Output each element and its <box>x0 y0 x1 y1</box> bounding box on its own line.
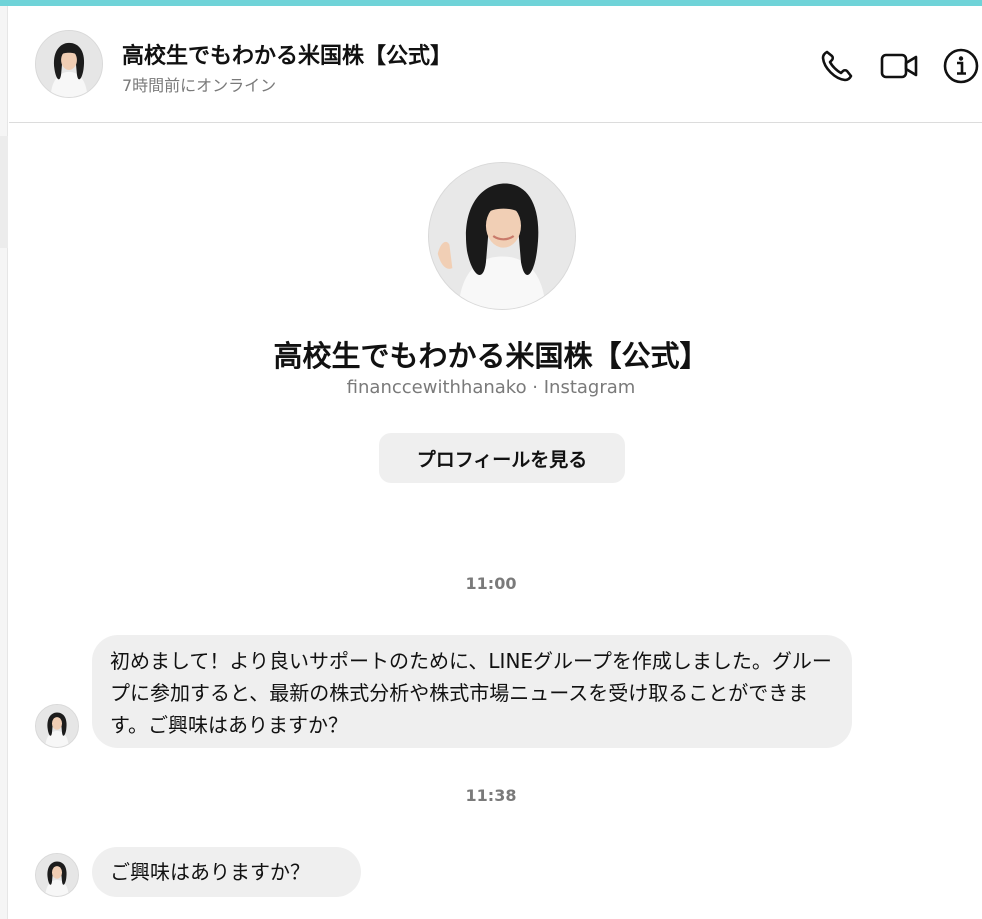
video-camera-icon[interactable] <box>879 46 919 86</box>
phone-icon[interactable] <box>817 46 857 86</box>
header-avatar[interactable] <box>35 30 103 98</box>
message-bubble[interactable]: ご興味はありますか？ <box>92 847 361 897</box>
profile-name: 高校生でもわかる米国株【公式】 <box>273 339 709 373</box>
info-icon[interactable] <box>941 46 981 86</box>
left-rail-marker <box>0 136 8 248</box>
message-timestamp: 11:00 <box>465 574 517 593</box>
profile-avatar[interactable] <box>428 162 576 310</box>
message-bubble[interactable]: 初めまして！より良いサポートのために、LINEグループを作成しました。グループに… <box>92 635 852 748</box>
message-avatar[interactable] <box>35 704 79 748</box>
header-title[interactable]: 高校生でもわかる米国株【公式】 <box>122 38 452 70</box>
header-status: 7時間前にオンライン <box>122 76 277 95</box>
view-profile-button[interactable]: プロフィールを見る <box>379 433 625 483</box>
message-timestamp: 11:38 <box>465 786 517 805</box>
chat-header: 高校生でもわかる米国株【公式】 7時間前にオンライン <box>9 6 982 123</box>
left-rail <box>0 6 8 919</box>
message-avatar[interactable] <box>35 853 79 897</box>
avatar-illustration <box>429 163 575 309</box>
avatar-illustration <box>36 854 78 896</box>
avatar-illustration <box>36 705 78 747</box>
avatar-illustration <box>36 31 102 97</box>
profile-subtitle: financcewithhanako · Instagram <box>346 377 636 398</box>
